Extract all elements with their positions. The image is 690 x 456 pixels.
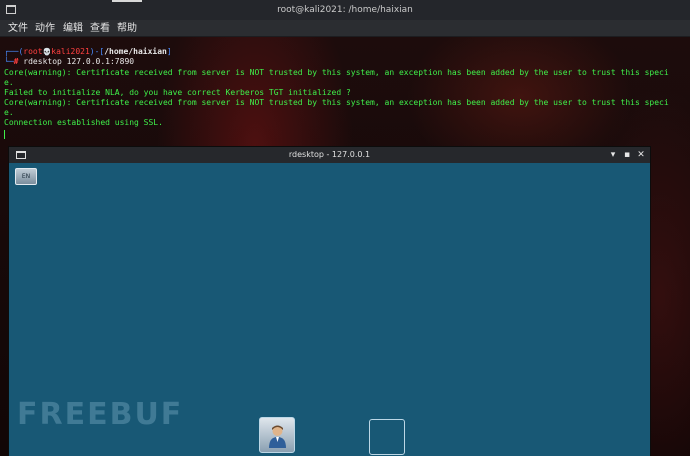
text-cursor bbox=[4, 130, 5, 139]
menu-file[interactable]: 文件 bbox=[8, 20, 28, 37]
prompt-close: ] bbox=[166, 47, 172, 56]
menubar: 文件 动作 编辑 查看 帮助 bbox=[0, 20, 690, 37]
watermark-text: FREEBUF bbox=[17, 397, 184, 432]
prompt-hash: # bbox=[13, 57, 19, 66]
window-title: root@kali2021: /home/haixian bbox=[277, 5, 413, 15]
output-line: Connection established using SSL. bbox=[4, 118, 163, 127]
menu-edit[interactable]: 编辑 bbox=[63, 20, 83, 37]
command-line: └─# rdesktop 127.0.0.1:7890 bbox=[4, 57, 134, 67]
user-avatar-icon bbox=[269, 425, 286, 448]
output-line: e. bbox=[4, 108, 14, 117]
user-tile[interactable] bbox=[259, 417, 295, 453]
skull-icon: 💀 bbox=[42, 48, 52, 56]
menu-action[interactable]: 动作 bbox=[35, 20, 55, 37]
command-text: rdesktop 127.0.0.1:7890 bbox=[23, 57, 135, 66]
rdesktop-titlebar[interactable]: rdesktop - 127.0.0.1 ▾ ▪ ✕ bbox=[9, 147, 650, 163]
prompt-open: ┌──( bbox=[4, 47, 24, 56]
other-user-tile[interactable] bbox=[369, 419, 405, 455]
window-titlebar[interactable]: root@kali2021: /home/haixian bbox=[0, 0, 690, 20]
output-line: Core(warning): Certificate received from… bbox=[4, 68, 669, 77]
rdesktop-title: rdesktop - 127.0.0.1 bbox=[288, 150, 371, 159]
close-button[interactable]: ✕ bbox=[635, 147, 647, 163]
prompt-mid: )-[ bbox=[89, 47, 105, 56]
output-line: Core(warning): Certificate received from… bbox=[4, 98, 669, 107]
keyboard-layout-button[interactable]: EN bbox=[15, 168, 37, 185]
prompt-host: kali2021 bbox=[51, 47, 90, 56]
prompt-path: /home/haixian bbox=[104, 47, 167, 56]
maximize-button[interactable]: ▪ bbox=[621, 147, 633, 163]
prompt-line: ┌──(root💀kali2021)-[/home/haixian] bbox=[4, 47, 172, 57]
menu-help[interactable]: 帮助 bbox=[117, 20, 137, 37]
minimize-button[interactable]: ▾ bbox=[607, 147, 619, 163]
output-line: e. bbox=[4, 78, 14, 87]
prompt-second-prefix: └─ bbox=[4, 57, 14, 66]
remote-desktop-screen[interactable]: EN FREEBUF bbox=[9, 163, 650, 456]
prompt-user: root bbox=[23, 47, 43, 56]
output-line: Failed to initialize NLA, do you have co… bbox=[4, 88, 351, 97]
menu-view[interactable]: 查看 bbox=[90, 20, 110, 37]
rdesktop-window[interactable]: rdesktop - 127.0.0.1 ▾ ▪ ✕ EN FREEBUF bbox=[8, 146, 651, 456]
